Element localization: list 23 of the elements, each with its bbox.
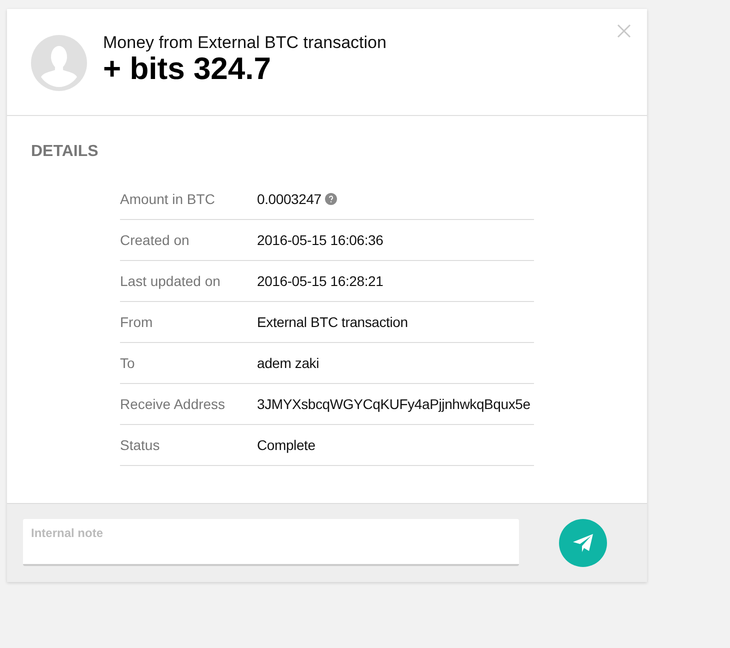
field-value: 3JMYXsbcqWGYCqKUFy4aPjjnhwkqBqux5e bbox=[257, 396, 530, 412]
field-value: External BTC transaction bbox=[257, 314, 408, 330]
field-label: From bbox=[120, 314, 154, 330]
field-label: To bbox=[120, 355, 136, 371]
section-heading: DETAILS bbox=[31, 143, 100, 161]
field-value: 2016-05-15 16:28:21 bbox=[257, 273, 384, 289]
amount-text: + bits 324.7 bbox=[103, 53, 272, 86]
avatar-icon bbox=[31, 34, 87, 90]
help-icon[interactable] bbox=[325, 193, 338, 205]
transaction-title: Money from External BTC transaction bbox=[103, 33, 386, 54]
field-label: Created on bbox=[120, 232, 190, 248]
note-field[interactable]: Internal note bbox=[23, 519, 519, 566]
send-button[interactable] bbox=[559, 518, 607, 566]
field-value: adem zaki bbox=[257, 355, 320, 371]
field-label: Receive Address bbox=[120, 396, 226, 412]
field-value: 0.0003247 bbox=[257, 191, 322, 207]
close-icon bbox=[617, 24, 631, 38]
field-value: Complete bbox=[257, 437, 316, 453]
field-label: Amount in BTC bbox=[120, 191, 216, 207]
field-value: 2016-05-15 16:06:36 bbox=[257, 232, 384, 248]
field-label: Last updated on bbox=[120, 273, 222, 289]
close-button[interactable] bbox=[615, 22, 633, 40]
field-label: Status bbox=[120, 437, 161, 453]
